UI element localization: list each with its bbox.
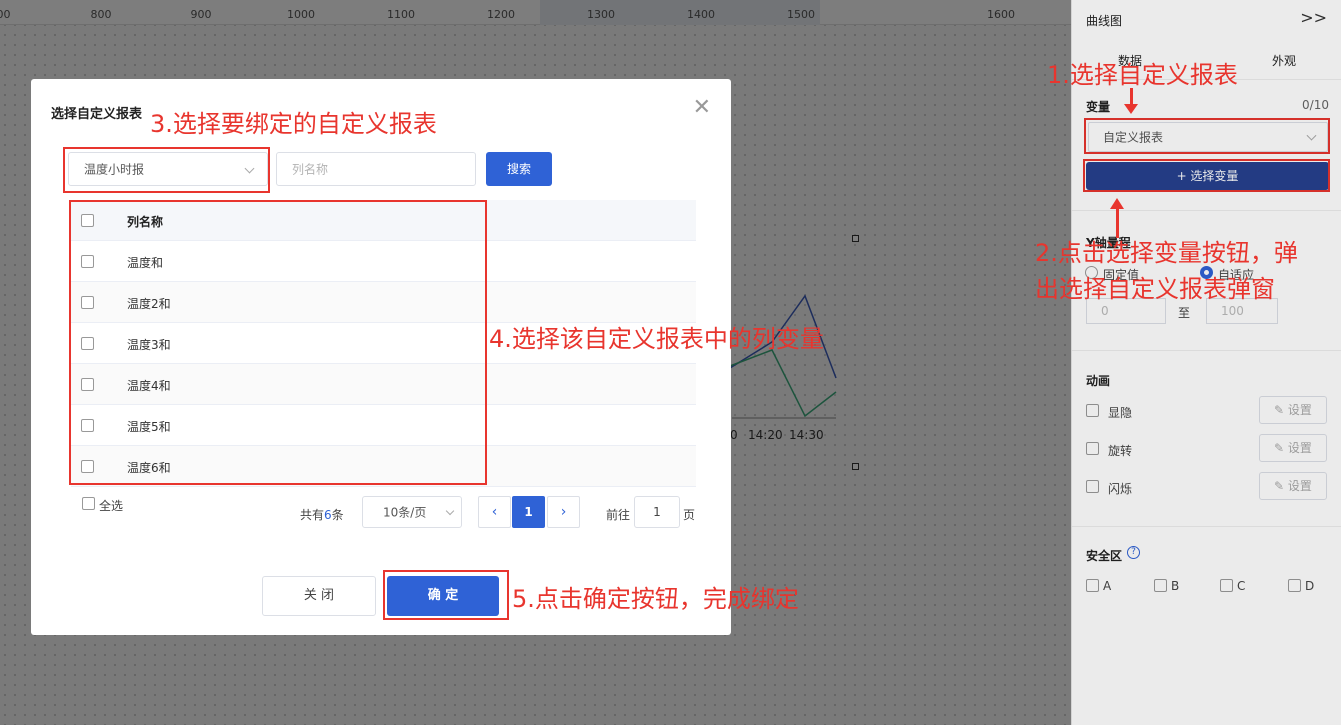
animation-blink-checkbox[interactable] (1086, 480, 1099, 493)
highlight-box-step5 (383, 570, 509, 620)
chevron-down-icon (445, 506, 455, 516)
divider (1072, 526, 1341, 527)
settings-label: 设置 (1287, 479, 1312, 493)
highlight-box-step3 (63, 147, 270, 193)
search-button[interactable]: 搜索 (486, 152, 552, 186)
annotation-arrowhead (1110, 198, 1124, 209)
range-to-label: 至 (1178, 306, 1191, 320)
property-panel: 曲线图 >> 数据 外观 变量 0/10 自定义报表 + 选择变量 Y轴量程 固… (1071, 0, 1341, 725)
annotation-step5: 5.点击确定按钮，完成绑定 (512, 585, 799, 613)
variable-label: 变量 (1086, 100, 1111, 114)
animation-rotate-settings[interactable]: ✎ 设置 (1259, 434, 1327, 462)
total-number: 6 (324, 508, 332, 522)
close-icon[interactable]: ✕ (693, 95, 711, 120)
annotation-step1: 1.选择自定义报表 (1047, 61, 1238, 89)
prev-page-button[interactable]: ‹ (478, 496, 511, 528)
goto-prefix: 前往 (606, 508, 631, 522)
divider (1072, 210, 1341, 211)
total-count: 共有6条 (300, 506, 344, 523)
safe-zone-label: 安全区 (1086, 549, 1123, 563)
annotation-step2-line1: 2.点击选择变量按钮，弹 (1035, 239, 1298, 267)
page-size-value: 10条/页 (383, 505, 427, 520)
divider (1072, 350, 1341, 351)
safe-zone-d-checkbox[interactable] (1288, 579, 1301, 592)
select-all-checkbox[interactable] (82, 497, 95, 510)
tab-appearance[interactable]: 外观 (1272, 52, 1296, 69)
help-icon[interactable]: ? (1127, 546, 1140, 559)
collapse-icon[interactable]: >> (1300, 8, 1327, 27)
animation-rotate-checkbox[interactable] (1086, 442, 1099, 455)
annotation-step4: 4.选择该自定义报表中的列变量 (489, 325, 824, 353)
settings-label: 设置 (1287, 403, 1312, 417)
goto-page-input[interactable]: 1 (634, 496, 680, 528)
safe-zone-c-checkbox[interactable] (1220, 579, 1233, 592)
highlight-box-step4 (69, 200, 487, 485)
safe-zone-d-label: D (1305, 579, 1315, 593)
total-suffix: 条 (331, 508, 344, 522)
settings-label: 设置 (1287, 441, 1312, 455)
animation-blink-settings[interactable]: ✎ 设置 (1259, 472, 1327, 500)
safe-zone-a-label: A (1103, 579, 1112, 593)
safe-zone-c-label: C (1237, 579, 1246, 593)
search-placeholder: 列名称 (292, 162, 329, 177)
total-prefix: 共有 (300, 508, 325, 522)
animation-blink-label: 闪烁 (1108, 482, 1133, 496)
page-size-select[interactable]: 10条/页 (362, 496, 462, 528)
safe-zone-b-checkbox[interactable] (1154, 579, 1167, 592)
safe-zone-b-label: B (1171, 579, 1180, 593)
animation-show-hide-checkbox[interactable] (1086, 404, 1099, 417)
animation-rotate-label: 旋转 (1108, 444, 1133, 458)
animation-show-hide-label: 显隐 (1108, 406, 1133, 420)
highlight-box-step1 (1084, 118, 1330, 154)
annotation-step3: 3.选择要绑定的自定义报表 (150, 110, 437, 138)
column-name-search-input[interactable]: 列名称 (276, 152, 476, 186)
panel-title: 曲线图 (1086, 14, 1123, 28)
close-button[interactable]: 关 闭 (262, 576, 376, 616)
annotation-arrowhead (1124, 104, 1138, 114)
annotation-step2-line2: 出选择自定义报表弹窗 (1035, 275, 1275, 303)
dialog-title: 选择自定义报表 (51, 107, 143, 122)
safe-zone-a-checkbox[interactable] (1086, 579, 1099, 592)
next-page-button[interactable]: › (547, 496, 580, 528)
select-report-dialog: 选择自定义报表 ✕ 温度小时报 列名称 搜索 列名称 温度和 温度2和 温度3和… (31, 79, 731, 635)
animation-show-hide-settings[interactable]: ✎ 设置 (1259, 396, 1327, 424)
variable-count: 0/10 (1302, 98, 1329, 112)
current-page[interactable]: 1 (512, 496, 545, 528)
annotation-arrow (1116, 208, 1119, 238)
highlight-box-step2 (1083, 159, 1330, 192)
goto-suffix: 页 (683, 508, 696, 522)
animation-label: 动画 (1086, 374, 1111, 388)
select-all-label: 全选 (99, 499, 124, 513)
